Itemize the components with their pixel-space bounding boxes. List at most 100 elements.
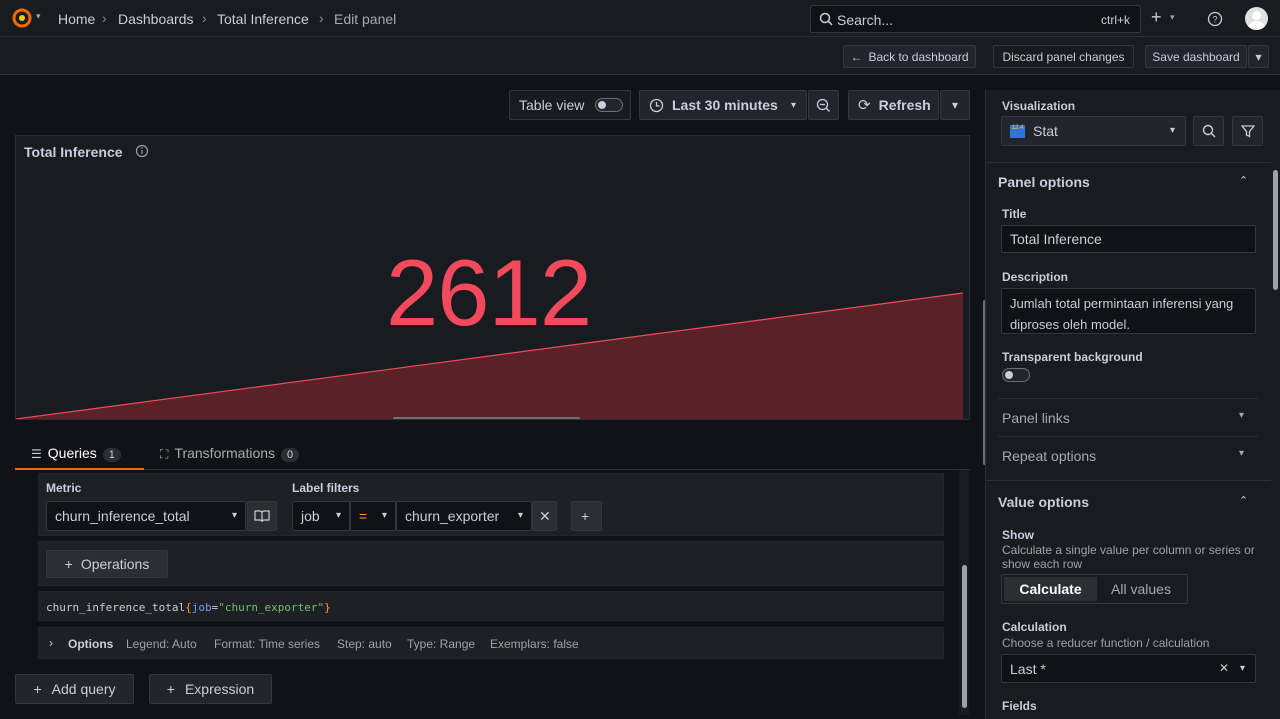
operations-button[interactable]: + Operations bbox=[46, 550, 168, 578]
metric-label: Metric bbox=[46, 481, 82, 495]
all-values-option[interactable]: All values bbox=[1097, 577, 1185, 601]
plus-icon: + bbox=[64, 556, 73, 572]
breadcrumb-dashboards[interactable]: Dashboards bbox=[118, 11, 194, 27]
calculate-option[interactable]: Calculate bbox=[1004, 577, 1097, 601]
chevron-down-icon[interactable]: ▾ bbox=[1239, 410, 1244, 421]
panel-preview: Total Inference 2612 bbox=[15, 135, 970, 420]
chevron-down-icon: ▾ bbox=[1169, 125, 1175, 136]
filter-icon bbox=[1240, 125, 1255, 138]
table-view-toggle[interactable]: Table view bbox=[509, 90, 631, 120]
value-options-header[interactable]: Value options bbox=[998, 494, 1089, 510]
table-view-label: Table view bbox=[519, 97, 585, 113]
refresh-button[interactable]: ⟳ Refresh bbox=[848, 90, 939, 120]
search-options-button[interactable] bbox=[1193, 116, 1224, 146]
breadcrumb-dashboard[interactable]: Total Inference bbox=[217, 11, 309, 27]
label-key-select[interactable]: job ▾ bbox=[292, 501, 350, 531]
query-preview: churn_inference_total{job="churn_exporte… bbox=[38, 591, 944, 621]
transform-icon: ⛶ bbox=[160, 447, 169, 461]
calculation-select[interactable]: Last * ✕ ▾ bbox=[1001, 654, 1256, 683]
label-filters-label: Label filters bbox=[292, 481, 360, 495]
save-options-chevron-icon[interactable]: ▾ bbox=[1248, 45, 1269, 68]
time-range-picker[interactable]: Last 30 minutes ▾ bbox=[639, 90, 807, 120]
refresh-icon: ⟳ bbox=[858, 97, 871, 114]
plus-icon: + bbox=[33, 681, 42, 697]
chevron-down-icon[interactable]: ▾ bbox=[1239, 448, 1244, 459]
plus-icon: + bbox=[581, 508, 590, 524]
chevron-right-icon: › bbox=[319, 10, 324, 26]
save-dashboard-button[interactable]: Save dashboard bbox=[1145, 45, 1247, 68]
add-filter-button[interactable]: + bbox=[571, 501, 602, 531]
chevron-up-icon[interactable]: ⌃ bbox=[1239, 494, 1248, 507]
zoom-out-button[interactable] bbox=[808, 90, 839, 120]
top-navbar: ▾ Home › Dashboards › Total Inference › … bbox=[0, 0, 1280, 37]
add-expression-button[interactable]: + Expression bbox=[149, 674, 272, 704]
calculation-description: Choose a reducer function / calculation bbox=[1002, 636, 1210, 650]
label-value: churn_exporter bbox=[405, 508, 500, 524]
discard-panel-changes-button[interactable]: Discard panel changes bbox=[993, 45, 1134, 68]
clock-icon bbox=[649, 98, 664, 112]
chevron-down-icon[interactable]: ▾ bbox=[1170, 12, 1175, 23]
chevron-right-icon: › bbox=[202, 10, 207, 26]
query-scrollbar-thumb[interactable] bbox=[962, 565, 967, 708]
query-tabs: ☰ Queries 1 ⛶ Transformations 0 bbox=[15, 435, 970, 470]
chevron-down-icon: ▾ bbox=[231, 510, 237, 521]
panel-links-header[interactable]: Panel links bbox=[1002, 410, 1070, 426]
show-label: Show bbox=[1002, 528, 1034, 542]
chevron-right-icon: › bbox=[49, 636, 53, 650]
options-step: Step: auto bbox=[337, 637, 392, 651]
metrics-explorer-button[interactable] bbox=[247, 501, 277, 531]
options-exemplars: Exemplars: false bbox=[490, 637, 579, 651]
avatar[interactable] bbox=[1245, 7, 1268, 30]
chevron-down-icon[interactable]: ▾ bbox=[36, 11, 41, 22]
metric-value: churn_inference_total bbox=[55, 508, 190, 524]
chevron-right-icon: › bbox=[102, 10, 107, 26]
visualization-label: Visualization bbox=[1002, 99, 1076, 113]
add-query-button[interactable]: + Add query bbox=[15, 674, 134, 704]
close-icon: ✕ bbox=[539, 507, 551, 524]
query-brace-token: { bbox=[185, 601, 192, 614]
remove-filter-button[interactable]: ✕ bbox=[532, 501, 557, 531]
back-to-dashboard-label: Back to dashboard bbox=[868, 49, 969, 64]
filter-options-button[interactable] bbox=[1232, 116, 1263, 146]
operations-row: + Operations bbox=[38, 541, 944, 586]
description-label: Description bbox=[1002, 270, 1069, 284]
show-radio-group: Calculate All values bbox=[1001, 574, 1188, 604]
label-operator-select[interactable]: = ▾ bbox=[350, 501, 396, 531]
breadcrumb-home[interactable]: Home bbox=[58, 11, 95, 27]
label-value-select[interactable]: churn_exporter ▾ bbox=[396, 501, 532, 531]
time-range-label: Last 30 minutes bbox=[672, 97, 778, 113]
transparent-background-label: Transparent background bbox=[1002, 350, 1143, 364]
title-input[interactable]: Total Inference bbox=[1001, 225, 1256, 253]
database-icon: ☰ bbox=[31, 447, 42, 461]
search-icon bbox=[819, 12, 833, 26]
add-icon[interactable]: + bbox=[1151, 7, 1162, 28]
table-view-switch[interactable] bbox=[595, 98, 623, 112]
panel-options-header[interactable]: Panel options bbox=[998, 174, 1090, 190]
metric-select[interactable]: churn_inference_total ▾ bbox=[46, 501, 246, 531]
tab-transformations[interactable]: ⛶ Transformations 0 bbox=[160, 445, 300, 462]
label-operator-value: = bbox=[359, 508, 368, 524]
grafana-logo-icon[interactable] bbox=[11, 7, 33, 29]
title-label: Title bbox=[1002, 207, 1027, 221]
panel-resize-handle[interactable] bbox=[393, 417, 580, 419]
search-placeholder: Search... bbox=[837, 12, 894, 28]
repeat-options-header[interactable]: Repeat options bbox=[1002, 448, 1096, 464]
metric-row: Metric churn_inference_total ▾ Label fil… bbox=[38, 473, 944, 536]
chevron-up-icon[interactable]: ⌃ bbox=[1239, 174, 1248, 187]
options-type: Type: Range bbox=[407, 637, 476, 651]
tab-queries[interactable]: ☰ Queries 1 bbox=[31, 445, 121, 462]
help-icon[interactable]: ? bbox=[1207, 11, 1223, 27]
query-options-row[interactable]: › Options Legend: Auto Format: Time seri… bbox=[38, 627, 944, 659]
stat-viz-icon: 12.4 bbox=[1010, 124, 1025, 138]
clear-icon[interactable]: ✕ bbox=[1219, 661, 1229, 675]
back-to-dashboard-button[interactable]: ← Back to dashboard bbox=[843, 45, 976, 68]
options-label: Options bbox=[68, 637, 114, 651]
search-input[interactable]: Search... ctrl+k bbox=[810, 5, 1141, 33]
transparent-background-switch[interactable] bbox=[1002, 368, 1030, 382]
options-scrollbar-thumb[interactable] bbox=[1273, 170, 1278, 290]
breadcrumb-current: Edit panel bbox=[334, 11, 397, 27]
refresh-interval-chevron-icon[interactable]: ▾ bbox=[940, 90, 970, 120]
description-textarea[interactable]: Jumlah total permintaan inferensi yang d… bbox=[1001, 288, 1256, 334]
visualization-picker[interactable]: 12.4 Stat ▾ bbox=[1001, 116, 1186, 146]
queries-count-badge: 1 bbox=[102, 448, 121, 462]
